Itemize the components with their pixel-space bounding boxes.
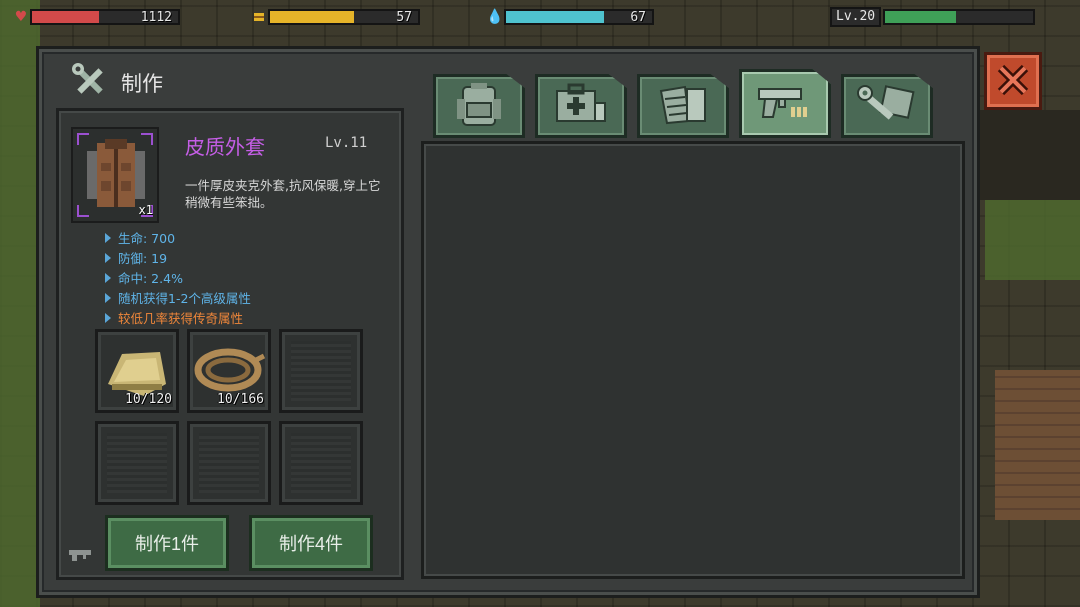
crafting-panel: 制作 x1 皮质外套 Lv.11 一件厚皮夹克外套,抗风保暖,穿上它稍微有些笨拙… <box>36 46 980 598</box>
craft-one-button[interactable]: 制作1件 <box>105 515 229 571</box>
stat-text: 生命: 700 <box>118 231 176 246</box>
armor-icon <box>655 81 711 131</box>
bullet-triangle-icon <box>105 232 111 243</box>
item-name: 皮质外套 <box>185 135 265 159</box>
close-button[interactable] <box>984 52 1042 110</box>
bullet-triangle-icon <box>105 252 111 263</box>
tab-medical[interactable] <box>535 74 627 138</box>
stat-line: 命中: 2.4% <box>105 268 183 287</box>
slot-empty-pattern <box>291 341 351 401</box>
recipe-list-area[interactable] <box>421 141 965 579</box>
water-bar-track: 67 <box>504 9 654 25</box>
panel-header: 制作 <box>69 61 163 105</box>
material-slot-empty[interactable] <box>279 421 363 505</box>
close-icon <box>996 63 1030 100</box>
health-bar-track: 1112 <box>30 9 180 25</box>
bullet-triangle-icon <box>105 312 111 323</box>
item-detail-box: x1 皮质外套 Lv.11 一件厚皮夹克外套,抗风保暖,穿上它稍微有些笨拙。 生… <box>56 108 404 580</box>
health-value: 1112 <box>140 10 172 25</box>
bullet-triangle-icon <box>105 272 111 283</box>
tab-weapons[interactable] <box>739 69 831 138</box>
material-slot-empty[interactable] <box>187 421 271 505</box>
health-bar-fill <box>32 11 100 23</box>
water-bar: 💧 67 <box>486 6 654 28</box>
material-count: 10/166 <box>217 392 264 407</box>
item-quantity: x1 <box>138 203 153 217</box>
scenery-building <box>980 110 1080 200</box>
panel-title: 制作 <box>121 72 163 96</box>
material-slot-empty[interactable] <box>95 421 179 505</box>
gun-icon <box>69 547 95 566</box>
material-slot-empty[interactable] <box>279 329 363 413</box>
food-bar-fill <box>270 11 355 23</box>
food-icon <box>250 8 268 26</box>
scenery-grass-right <box>985 200 1080 280</box>
stat-text: 较低几率获得传奇属性 <box>118 311 244 326</box>
item-level: Lv.11 <box>325 135 368 151</box>
scenery-wood-floor <box>995 370 1080 520</box>
material-slot[interactable]: 10/120 <box>95 329 179 413</box>
level-bar: Lv.20 <box>830 6 1036 28</box>
material-slot[interactable]: 10/166 <box>187 329 271 413</box>
food-bar: 57 <box>250 6 420 28</box>
stat-text: 命中: 2.4% <box>118 271 183 286</box>
medkit-icon <box>553 81 609 131</box>
material-count: 10/120 <box>125 392 172 407</box>
scenery-grass-left <box>0 0 40 607</box>
gun-icon <box>755 79 815 129</box>
xp-bar-track <box>883 9 1036 25</box>
stat-line: 防御: 19 <box>105 248 167 267</box>
stat-line: 随机获得1-2个高级属性 <box>105 288 251 307</box>
food-bar-track: 57 <box>268 9 420 25</box>
bullet-triangle-icon <box>105 292 111 303</box>
stat-text: 防御: 19 <box>118 251 168 266</box>
item-description: 一件厚皮夹克外套,抗风保暖,穿上它稍微有些笨拙。 <box>185 178 381 210</box>
level-label: Lv.20 <box>830 7 882 27</box>
heart-icon: ♥ <box>14 9 28 25</box>
wrench-screwdriver-icon <box>69 61 111 105</box>
water-drop-icon: 💧 <box>486 9 504 25</box>
tab-backpack[interactable] <box>433 74 525 138</box>
tools-icon <box>857 81 917 131</box>
tab-tools[interactable] <box>841 74 933 138</box>
tab-armor[interactable] <box>637 74 729 138</box>
stat-line: 生命: 700 <box>105 228 175 247</box>
item-preview[interactable]: x1 <box>71 127 159 223</box>
water-value: 67 <box>630 10 646 25</box>
backpack-icon <box>453 81 505 131</box>
slot-empty-pattern <box>107 433 167 493</box>
water-bar-fill <box>506 11 604 23</box>
slot-empty-pattern <box>291 433 351 493</box>
slot-empty-pattern <box>199 433 259 493</box>
health-bar: ♥ 1112 <box>12 6 180 28</box>
stat-text: 随机获得1-2个高级属性 <box>118 291 251 306</box>
craft-four-button[interactable]: 制作4件 <box>249 515 373 571</box>
xp-bar-fill <box>885 11 957 23</box>
stat-line: 较低几率获得传奇属性 <box>105 308 243 327</box>
food-value: 57 <box>396 10 412 25</box>
